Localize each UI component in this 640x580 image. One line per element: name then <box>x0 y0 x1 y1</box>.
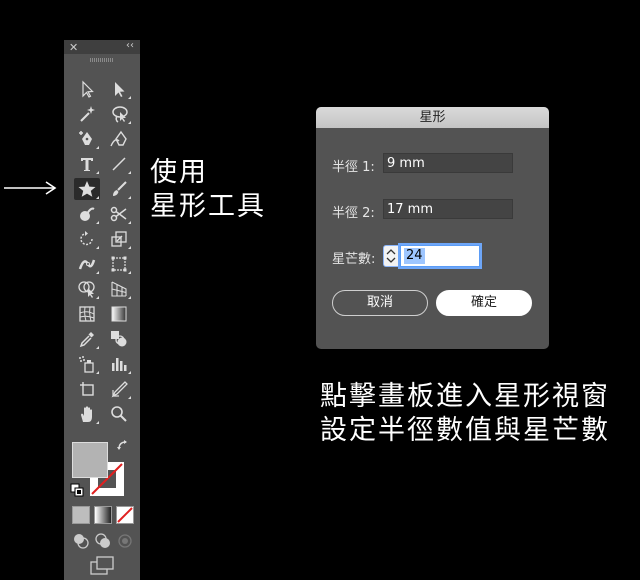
gradient-mode-icon[interactable] <box>94 506 112 524</box>
artboard-tool-icon[interactable] <box>74 378 100 400</box>
points-label: 星芒數: <box>332 252 376 267</box>
draw-behind-icon[interactable] <box>94 532 112 550</box>
draw-inside-icon[interactable] <box>116 532 134 550</box>
fill-swatch[interactable] <box>72 442 108 478</box>
radius2-input[interactable]: 17 mm <box>383 199 513 219</box>
gradient-tool-icon[interactable] <box>106 303 132 325</box>
blend-tool-icon[interactable] <box>106 328 132 350</box>
arrow-pointer-icon <box>4 181 57 195</box>
panel-close-icon[interactable]: ✕ <box>69 41 78 54</box>
magic-wand-tool-icon[interactable] <box>74 103 100 125</box>
panel-titlebar: ✕ ‹‹ <box>64 40 140 54</box>
shaper-tool-icon[interactable] <box>74 203 100 225</box>
column-graph-tool-icon[interactable] <box>106 353 132 375</box>
zoom-tool-icon[interactable] <box>106 403 132 425</box>
shape-builder-tool-icon[interactable] <box>74 278 100 300</box>
tools-panel: ✕ ‹‹ <box>64 40 140 580</box>
scissors-tool-icon[interactable] <box>106 203 132 225</box>
annotation-right-line2: 設定半徑數值與星芒數 <box>320 415 610 446</box>
star-tool-icon[interactable] <box>74 178 100 200</box>
hand-tool-icon[interactable] <box>74 403 100 425</box>
none-mode-icon[interactable] <box>116 506 134 524</box>
draw-normal-icon[interactable] <box>72 532 90 550</box>
ok-button[interactable]: 確定 <box>436 290 532 316</box>
selection-tool-icon[interactable] <box>74 78 100 100</box>
slice-tool-icon[interactable] <box>106 378 132 400</box>
eyedropper-tool-icon[interactable] <box>74 328 100 350</box>
symbol-sprayer-tool-icon[interactable] <box>74 353 100 375</box>
scale-tool-icon[interactable] <box>106 228 132 250</box>
free-transform-tool-icon[interactable] <box>106 253 132 275</box>
points-value: 24 <box>404 248 425 264</box>
type-tool-icon[interactable] <box>74 153 100 175</box>
dialog-title: 星形 <box>316 107 549 128</box>
annotation-right-line1: 點擊畫板進入星形視窗 <box>320 381 610 412</box>
radius1-label: 半徑 1: <box>332 160 375 175</box>
paintbrush-tool-icon[interactable] <box>106 178 132 200</box>
radius2-label: 半徑 2: <box>332 206 375 221</box>
pen-tool-icon[interactable] <box>74 128 100 150</box>
annotation-left: 使用 星形工具 <box>150 156 266 224</box>
direct-selection-tool-icon[interactable] <box>106 78 132 100</box>
points-input[interactable]: 24 <box>400 245 480 267</box>
lasso-tool-icon[interactable] <box>106 103 132 125</box>
cancel-button[interactable]: 取消 <box>332 290 428 316</box>
mesh-tool-icon[interactable] <box>74 303 100 325</box>
swap-fill-stroke-icon[interactable] <box>116 438 130 452</box>
panel-grip[interactable] <box>90 58 114 62</box>
points-stepper-icon[interactable] <box>383 245 399 267</box>
perspective-grid-tool-icon[interactable] <box>106 278 132 300</box>
width-tool-icon[interactable] <box>74 253 100 275</box>
color-mode-icon[interactable] <box>72 506 90 524</box>
default-fill-stroke-icon[interactable] <box>70 482 84 497</box>
radius1-input[interactable]: 9 mm <box>383 153 513 173</box>
panel-collapse-icon[interactable]: ‹‹ <box>126 40 134 51</box>
star-dialog: 星形 半徑 1: 9 mm 半徑 2: 17 mm 星芒數: 24 取消 確定 <box>316 107 549 349</box>
annotation-left-line2: 星形工具 <box>150 191 266 222</box>
annotation-left-line1: 使用 <box>150 157 208 188</box>
line-segment-tool-icon[interactable] <box>106 153 132 175</box>
rotate-tool-icon[interactable] <box>74 228 100 250</box>
screen-mode-icon[interactable] <box>90 556 114 576</box>
annotation-right: 點擊畫板進入星形視窗 設定半徑數值與星芒數 <box>320 380 610 448</box>
curvature-tool-icon[interactable] <box>106 128 132 150</box>
